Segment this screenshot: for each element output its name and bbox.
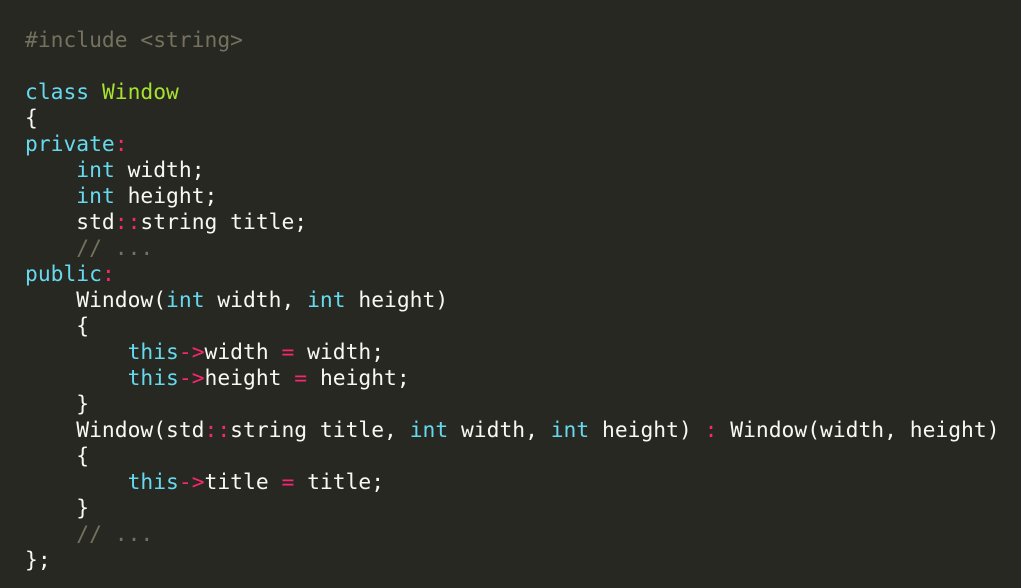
code-line[interactable]: };: [25, 548, 1021, 574]
code-line[interactable]: {: [25, 314, 1021, 340]
code-token-plain: Window(std: [25, 418, 205, 443]
code-token-plain: Window(width, height): [717, 418, 1000, 443]
code-token-op: ->: [178, 366, 205, 391]
code-editor[interactable]: #include <string> class Window{private: …: [0, 0, 1021, 588]
code-token-plain: title;: [294, 470, 385, 495]
code-token-op: :: [704, 418, 718, 443]
code-line[interactable]: this->title = title;: [25, 470, 1021, 496]
code-view[interactable]: #include <string> class Window{private: …: [25, 28, 1021, 574]
code-token-op: ->: [178, 470, 205, 495]
code-line[interactable]: int height;: [25, 184, 1021, 210]
code-token-op: ->: [178, 340, 205, 365]
code-token-plain: {: [25, 106, 38, 131]
code-line[interactable]: class Window: [25, 80, 1021, 106]
code-token-op: =: [281, 340, 295, 365]
code-token-op: ::: [204, 418, 231, 443]
code-token-op: :: [101, 262, 115, 287]
code-line[interactable]: Window(std::string title, int width, int…: [25, 418, 1021, 444]
code-line[interactable]: this->height = height;: [25, 366, 1021, 392]
code-line[interactable]: this->width = width;: [25, 340, 1021, 366]
code-token-keyword: this: [127, 470, 179, 495]
code-token-plain: {: [25, 444, 90, 469]
code-token-type: int: [550, 418, 590, 443]
code-line[interactable]: // ...: [25, 522, 1021, 548]
code-line[interactable]: public:: [25, 262, 1021, 288]
code-line[interactable]: }: [25, 392, 1021, 418]
code-token-plain: height;: [307, 366, 410, 391]
code-line[interactable]: std::string title;: [25, 210, 1021, 236]
code-token-comment: // ...: [76, 522, 154, 547]
code-line[interactable]: {: [25, 106, 1021, 132]
code-token-op: :: [114, 132, 128, 157]
code-token-plain: };: [25, 548, 51, 573]
code-token-plain: height: [204, 366, 295, 391]
code-token-plain: width,: [204, 288, 308, 313]
code-line[interactable]: Window(int width, int height): [25, 288, 1021, 314]
code-line[interactable]: {: [25, 444, 1021, 470]
code-token-preproc: #include <string>: [25, 28, 243, 53]
code-token-plain: height;: [114, 184, 218, 209]
code-token-comment: // ...: [76, 236, 154, 261]
code-token-plain: height): [345, 288, 449, 313]
code-token-plain: height): [589, 418, 705, 443]
code-line[interactable]: }: [25, 496, 1021, 522]
code-line[interactable]: private:: [25, 132, 1021, 158]
code-token-type: int: [76, 158, 115, 183]
code-token-keyword: this: [127, 340, 179, 365]
code-token-type: int: [166, 288, 205, 313]
code-token-op: =: [281, 470, 295, 495]
code-token-plain: title: [204, 470, 282, 495]
code-token-keyword: private: [25, 132, 115, 157]
code-token-plain: std: [25, 210, 115, 235]
code-token-keyword: class: [25, 80, 90, 105]
code-token-plain: width: [204, 340, 282, 365]
code-token-plain: width,: [448, 418, 551, 443]
code-token-keyword: this: [127, 366, 179, 391]
code-token-type: int: [409, 418, 449, 443]
code-token-type: int: [307, 288, 346, 313]
code-token-keyword: public: [25, 262, 102, 287]
code-token-plain: width;: [114, 158, 205, 183]
code-token-classname: Window: [101, 80, 179, 105]
code-token-plain: }: [25, 392, 90, 417]
code-token-type: int: [76, 184, 115, 209]
code-token-plain: {: [25, 314, 90, 339]
code-token-plain: width;: [294, 340, 385, 365]
code-token-plain: Window(: [25, 288, 167, 313]
code-token-plain: }: [25, 496, 90, 521]
code-token-plain: string title;: [140, 210, 308, 235]
code-line[interactable]: #include <string>: [25, 28, 1021, 54]
code-line[interactable]: // ...: [25, 236, 1021, 262]
code-line[interactable]: [25, 54, 1021, 80]
code-line[interactable]: int width;: [25, 158, 1021, 184]
code-token-op: ::: [114, 210, 141, 235]
code-token-plain: string title,: [230, 418, 410, 443]
code-token-op: =: [294, 366, 308, 391]
